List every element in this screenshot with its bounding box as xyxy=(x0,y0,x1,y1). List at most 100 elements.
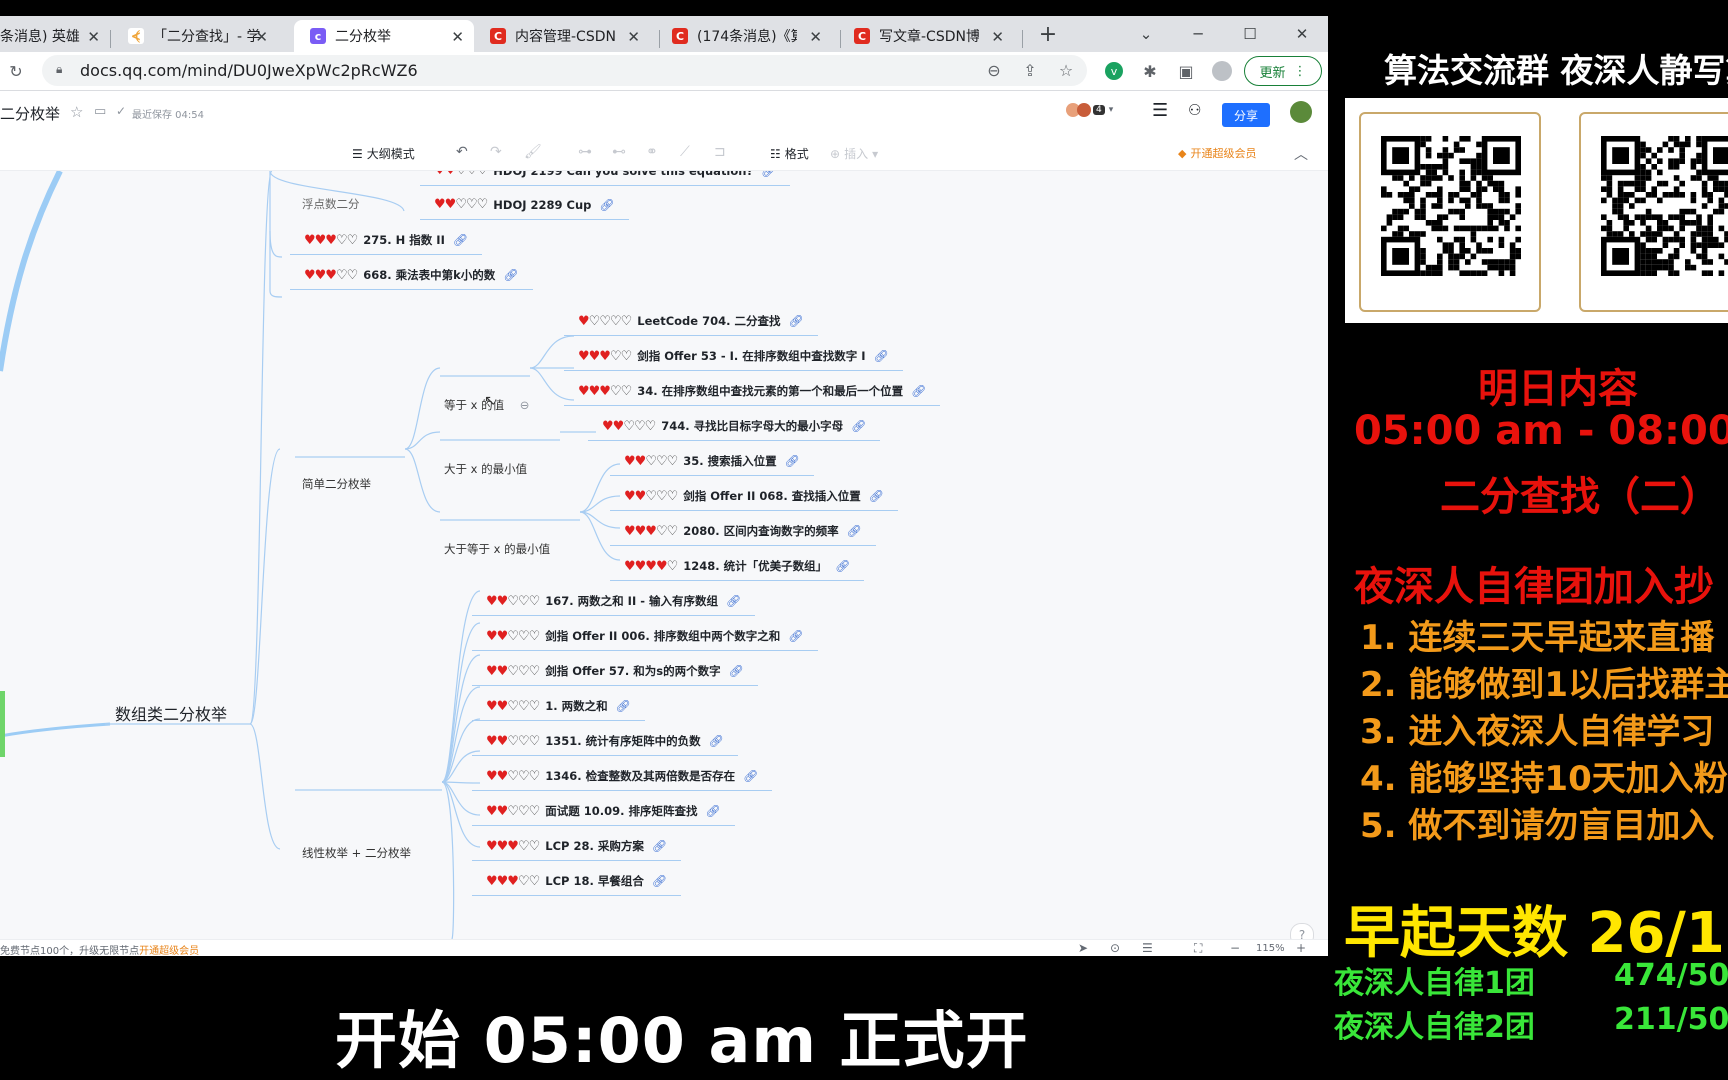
link-icon[interactable]: 🔗︎ xyxy=(652,874,667,888)
move-folder-icon[interactable]: ▭ xyxy=(94,104,106,119)
link-icon[interactable]: 🔗︎ xyxy=(851,419,866,433)
branch-greater[interactable]: 大于 x 的最小值 xyxy=(444,461,527,477)
close-tab-icon[interactable]: ✕ xyxy=(451,28,464,46)
link-icon[interactable]: 🔗︎ xyxy=(616,699,631,713)
tab-6[interactable]: C 写文章-CSDN博客 ✕ xyxy=(854,20,1014,52)
leaf-node[interactable]: ♥♥♡♡♡ 744. 寻找比目标字母大的最小字母 🔗︎ xyxy=(602,418,866,434)
close-tab-icon[interactable]: ✕ xyxy=(627,28,640,46)
link-icon[interactable]: 🔗︎ xyxy=(503,268,518,282)
insert-sibling-icon[interactable]: ⊶ xyxy=(578,144,592,160)
undo-icon[interactable]: ↶ xyxy=(456,144,468,160)
collapse-node-icon[interactable]: ⊖ xyxy=(520,398,530,412)
close-tab-icon[interactable]: ✕ xyxy=(991,28,1004,46)
close-tab-icon[interactable]: ✕ xyxy=(87,28,100,46)
share-page-icon[interactable]: ⇪ xyxy=(1018,58,1042,82)
tab-search-icon[interactable]: ⌄ xyxy=(1126,16,1166,52)
close-tab-icon[interactable]: ✕ xyxy=(809,28,822,46)
insert-button[interactable]: ⊕ 插入 ▾ xyxy=(830,145,878,162)
update-button[interactable]: 更新 ⋮ xyxy=(1244,56,1322,86)
branch-simple[interactable]: 简单二分枚举 xyxy=(302,476,371,492)
leaf-node[interactable]: ♥♥♥♡♡ 275. H 指数 II 🔗︎ xyxy=(304,232,468,248)
format-button[interactable]: ☷ 格式 xyxy=(770,145,809,162)
leaf-node[interactable]: ♥♥♡♡♡ 167. 两数之和 II - 输入有序数组 🔗︎ xyxy=(486,593,741,609)
leaf-node[interactable]: ♥♥♡♡♡ 剑指 Offer II 006. 排序数组中两个数字之和 🔗︎ xyxy=(486,628,804,644)
collapse-toolbar-icon[interactable]: ︿ xyxy=(1294,144,1308,164)
tab-3-active[interactable]: c 二分枚举 ✕ xyxy=(294,20,474,52)
leaf-node[interactable]: ♥♥♥♡♡ 668. 乘法表中第k小的数 🔗︎ xyxy=(304,267,519,283)
link-icon[interactable]: 🔗︎ xyxy=(874,349,889,363)
root-node[interactable]: 数组类二分枚举 xyxy=(115,701,227,725)
leaf-node[interactable]: ♥♥♡♡♡ HDOJ 2199 Can you solve this equati… xyxy=(434,171,776,178)
relation-icon[interactable]: ⚭ xyxy=(646,144,658,160)
vip-button[interactable]: ◆ 开通超级会员 xyxy=(1178,145,1256,161)
leaf-node[interactable]: ♥♥♡♡♡ 剑指 Offer II 068. 查找插入位置 🔗︎ xyxy=(624,488,884,504)
reload-icon[interactable]: ↻ xyxy=(4,59,28,83)
maximize-icon[interactable]: ☐ xyxy=(1230,16,1270,52)
link-icon[interactable]: 🔗︎ xyxy=(652,839,667,853)
link-icon[interactable]: 🔗︎ xyxy=(847,524,862,538)
link-icon[interactable]: 🔗︎ xyxy=(599,198,614,212)
zoom-in-icon[interactable]: + xyxy=(1296,941,1306,955)
tab-1[interactable]: 条消息) 英雄 ✕ xyxy=(0,20,110,52)
favorite-star-icon[interactable]: ☆ xyxy=(70,103,83,121)
link-icon[interactable]: 🔗︎ xyxy=(761,171,776,178)
link-icon[interactable]: 🔗︎ xyxy=(709,734,724,748)
share-button[interactable]: 分享 xyxy=(1222,103,1270,127)
leaf-node[interactable]: ♥♥♡♡♡ 1351. 统计有序矩阵中的负数 🔗︎ xyxy=(486,733,724,749)
link-icon[interactable]: 🔗︎ xyxy=(835,559,850,573)
user-avatar[interactable] xyxy=(1290,101,1312,123)
format-painter-icon[interactable]: 🖌︎ xyxy=(524,144,542,160)
leaf-node[interactable]: ♥♥♥♡♡ 34. 在排序数组中查找元素的第一个和最后一个位置 🔗︎ xyxy=(578,383,926,399)
leaf-node[interactable]: ♥♥♥♡♡ LCP 28. 采购方案 🔗︎ xyxy=(486,838,667,854)
outline-mode-button[interactable]: ☰ 大纲模式 xyxy=(352,145,415,162)
extension-v-icon[interactable]: v xyxy=(1102,59,1126,83)
link-icon[interactable]: 🔗︎ xyxy=(729,664,744,678)
target-icon[interactable]: ⊙ xyxy=(1110,941,1120,955)
upgrade-link[interactable]: 开通超级会员 xyxy=(139,946,199,956)
leaf-node[interactable]: ♥♥♡♡♡ 面试题 10.09. 排序矩阵查找 🔗︎ xyxy=(486,803,721,819)
link-icon[interactable]: 🔗︎ xyxy=(706,804,721,818)
leaf-node[interactable]: ♥♥♡♡♡ HDOJ 2289 Cup 🔗︎ xyxy=(434,197,615,212)
branch-float[interactable]: 浮点数二分 xyxy=(302,196,360,212)
leaf-node[interactable]: ♥♥♥♡♡ LCP 18. 早餐组合 🔗︎ xyxy=(486,873,667,889)
help-icon[interactable]: ? xyxy=(1290,923,1314,939)
new-tab-button[interactable]: + xyxy=(1028,16,1068,52)
tab-4[interactable]: C 内容管理-CSDN创 ✕ xyxy=(490,20,650,52)
link-icon[interactable]: 🔗︎ xyxy=(743,769,758,783)
leaf-node[interactable]: ♥♥♥♡♡ 2080. 区间内查询数字的频率 🔗︎ xyxy=(624,523,862,539)
summary-icon[interactable]: ⊐ xyxy=(714,144,726,160)
url-text[interactable]: docs.qq.com/mind/DU0JweXpWc2pRcWZ6 xyxy=(80,61,418,80)
leaf-node[interactable]: ♥♥♥♡♡ 剑指 Offer 53 - I. 在排序数组中查找数字 I 🔗︎ xyxy=(578,348,889,364)
insert-child-icon[interactable]: ⊷ xyxy=(612,144,626,160)
zoom-out-icon[interactable]: − xyxy=(1230,941,1240,955)
minimize-icon[interactable]: ─ xyxy=(1178,16,1218,52)
line-icon[interactable]: ⟋ xyxy=(680,144,690,160)
fullscreen-icon[interactable]: ⛶ xyxy=(1194,941,1202,956)
link-icon[interactable]: 🔗︎ xyxy=(726,594,741,608)
bookmark-star-icon[interactable]: ☆ xyxy=(1054,58,1078,82)
menu-icon[interactable]: ☰ xyxy=(1152,100,1168,121)
leaf-node[interactable]: ♥♥♡♡♡ 1346. 检查整数及其两倍数是否存在 🔗︎ xyxy=(486,768,758,784)
link-icon[interactable]: 🔗︎ xyxy=(869,489,884,503)
leaf-node[interactable]: ♥♥♥♥♡ 1248. 统计「优美子数组」 🔗︎ xyxy=(624,558,850,574)
omnibox[interactable]: 🔒︎ docs.qq.com/mind/DU0JweXpWc2pRcWZ6 ⊖ … xyxy=(42,55,1087,86)
leaf-node[interactable]: ♥♥♡♡♡ 1. 两数之和 🔗︎ xyxy=(486,698,631,714)
locate-icon[interactable]: ➤ xyxy=(1078,941,1088,955)
branch-linear[interactable]: 线性枚举 + 二分枚举 xyxy=(302,845,411,861)
leaf-node[interactable]: ♥♥♡♡♡ 35. 搜索插入位置 🔗︎ xyxy=(624,453,800,469)
user-permission-icon[interactable]: ⚇ xyxy=(1188,101,1201,119)
close-tab-icon[interactable]: ✕ xyxy=(255,28,268,46)
tab-5[interactable]: C (174条消息)《算 ✕ xyxy=(672,20,832,52)
zoom-icon[interactable]: ⊖ xyxy=(982,58,1006,82)
link-icon[interactable]: 🔗︎ xyxy=(785,454,800,468)
branch-greater-equal[interactable]: 大于等于 x 的最小值 xyxy=(444,541,550,557)
tab-2[interactable]: ⦓ 「二分查找」- 学 ✕ xyxy=(128,20,278,52)
side-panel-icon[interactable]: ▣ xyxy=(1174,59,1198,83)
outline-view-icon[interactable]: ☰ xyxy=(1142,941,1153,955)
extensions-puzzle-icon[interactable]: ✱ xyxy=(1138,59,1162,83)
redo-icon[interactable]: ↷ xyxy=(490,144,502,160)
close-window-icon[interactable]: ✕ xyxy=(1282,16,1322,52)
link-icon[interactable]: 🔗︎ xyxy=(911,384,926,398)
doc-title[interactable]: 二分枚举 xyxy=(0,103,60,124)
leaf-node[interactable]: ♥♡♡♡♡ LeetCode 704. 二分查找 🔗︎ xyxy=(578,313,804,329)
